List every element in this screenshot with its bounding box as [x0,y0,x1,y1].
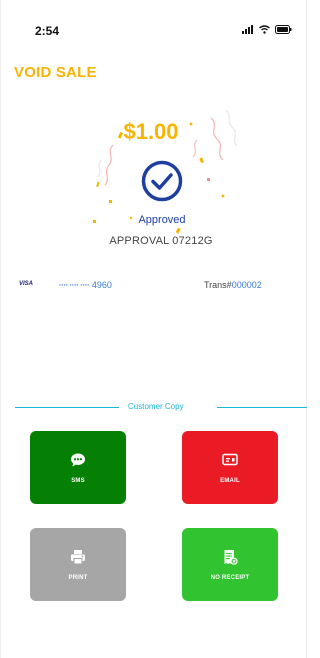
phone-screen: 2:54 VOID SALE $1.00 Approved APPROVAL 0… [0,0,307,658]
receipt-cancel-icon [224,549,238,565]
card-number: **** **** **** 4960 [59,280,112,290]
chat-bubble-icon [71,453,85,466]
approval-code: APPROVAL 07212G [109,235,213,247]
no-receipt-button[interactable]: NO RECEIPT [182,528,278,601]
card-reader-icon [222,453,238,465]
page-title: VOID SALE [14,64,97,81]
transaction-number: Trans#000002 [204,280,262,290]
print-label: PRINT [68,574,88,581]
sms-button[interactable]: SMS [30,431,126,504]
card-last4: 4960 [91,280,112,290]
divider-right [217,407,307,408]
sms-label: SMS [71,477,85,484]
wifi-icon [259,25,270,34]
card-row: VISA **** **** **** 4960 Trans#000002 [19,280,299,294]
card-brand: VISA [19,281,34,287]
battery-icon [275,25,292,34]
divider-left [15,407,119,408]
trans-label: Trans# [204,280,232,290]
signal-icon [242,25,253,34]
print-button[interactable]: PRINT [30,528,126,601]
trans-number-value: 000002 [231,280,262,290]
card-mask: **** **** **** [59,284,90,290]
status-bar: 2:54 [1,0,306,56]
email-label: EMAIL [220,477,240,484]
status-time: 2:54 [35,24,60,38]
checkmark-circle-icon [141,160,183,202]
amount: $1.00 [123,119,179,144]
no-receipt-label: NO RECEIPT [210,574,250,581]
printer-icon [71,549,85,564]
customer-copy-label: Customer Copy [128,402,184,411]
approval-status: Approved [138,214,186,226]
email-button[interactable]: EMAIL [182,431,278,504]
status-icons [242,25,292,34]
